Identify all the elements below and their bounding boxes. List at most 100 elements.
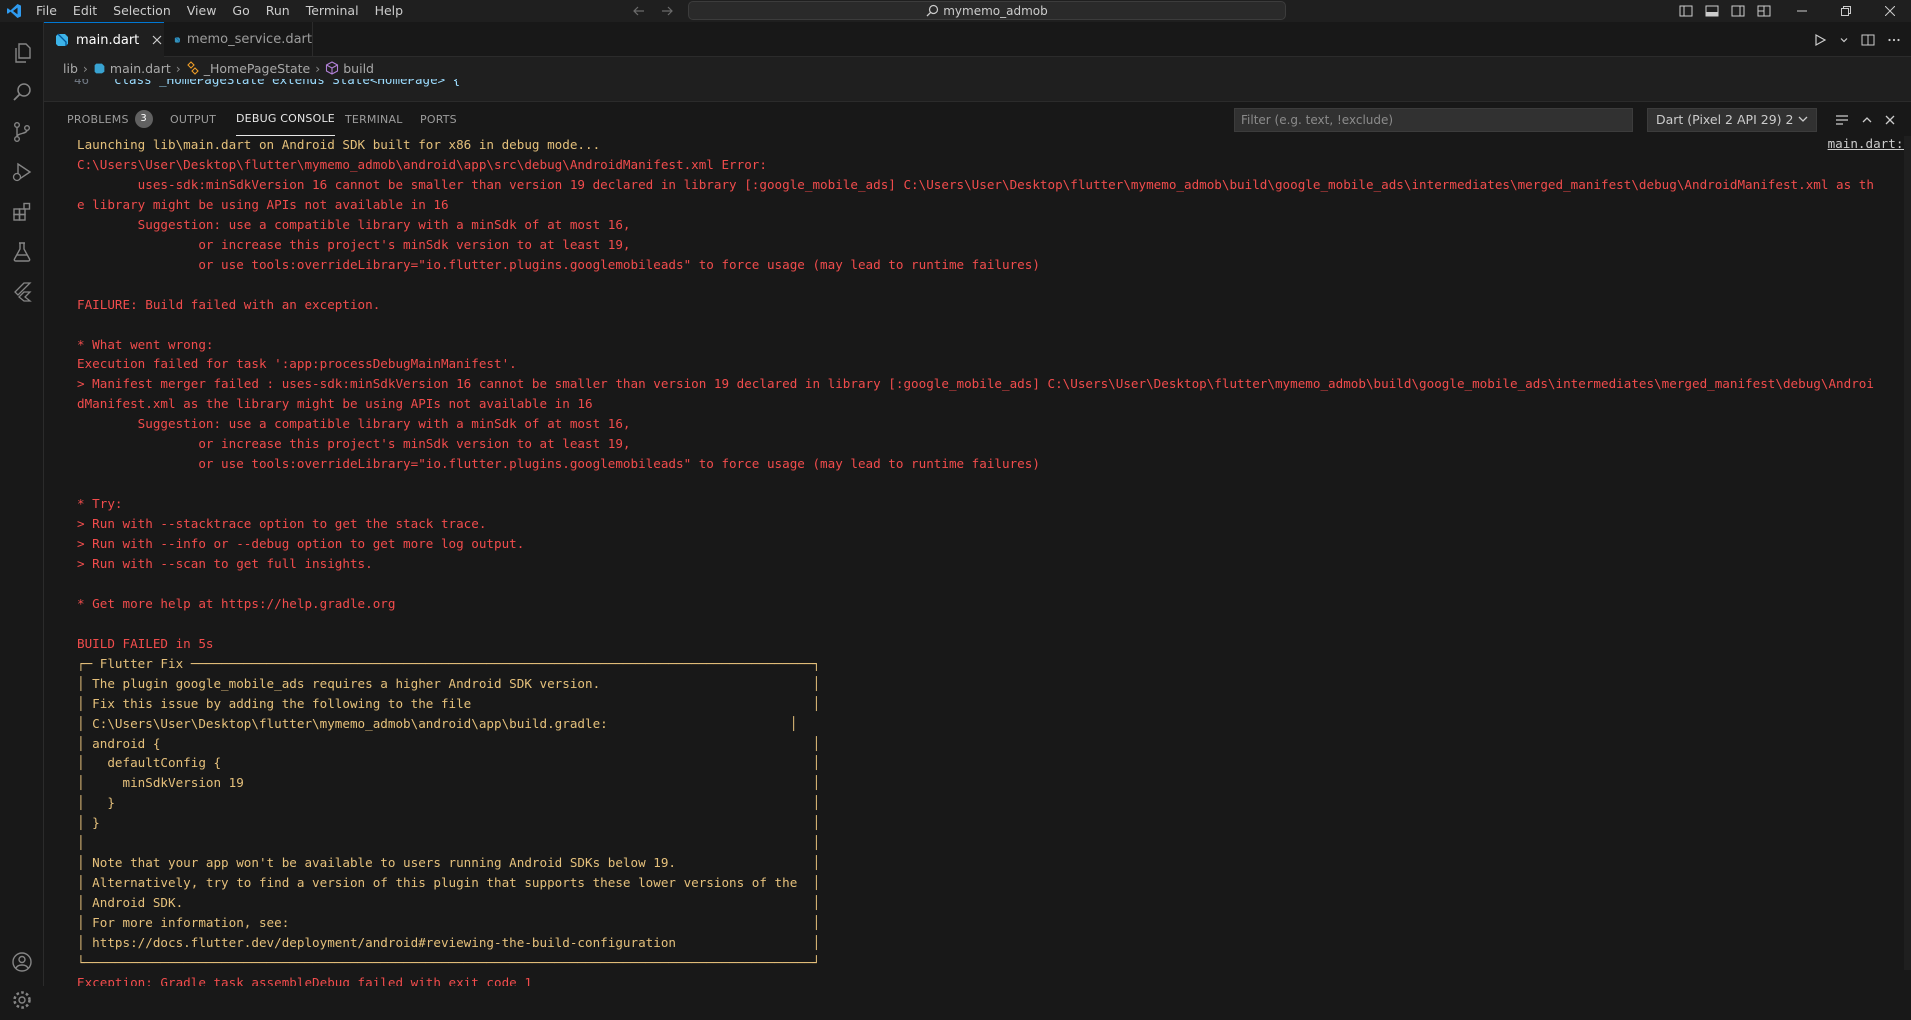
files-icon — [15, 43, 31, 63]
debug-console-output[interactable]: main.dart:1 Launching lib\main.dart on A… — [44, 136, 1911, 986]
tab-memo-service-dart[interactable]: memo_service.dart — [164, 22, 313, 57]
console-line: │ android { │ — [77, 735, 821, 751]
account-icon — [12, 952, 32, 972]
line-number: 46 — [74, 79, 90, 87]
console-line: │ minSdkVersion 19 │ — [77, 775, 821, 791]
session-label: Dart (Pixel 2 API 29) 2 — [1656, 112, 1794, 127]
tab-label: main.dart — [76, 32, 140, 48]
menu-view[interactable]: View — [179, 0, 225, 22]
menu-run[interactable]: Run — [258, 0, 298, 22]
menu-bar: File Edit Selection View Go Run Terminal… — [28, 0, 411, 22]
chevron-right-icon: › — [175, 60, 181, 76]
explorer-button[interactable] — [0, 33, 44, 73]
minimize-button[interactable] — [1780, 0, 1824, 22]
clear-console-icon[interactable] — [1834, 112, 1850, 128]
tab-label: memo_service.dart — [186, 32, 312, 47]
back-arrow-icon[interactable] — [632, 4, 646, 18]
title-bar: File Edit Selection View Go Run Terminal… — [0, 0, 1911, 22]
tab-main-dart[interactable]: main.dart — [44, 22, 164, 57]
manage-button[interactable] — [0, 980, 44, 1020]
method-symbol-icon — [326, 61, 339, 75]
close-panel-icon[interactable] — [1884, 114, 1896, 126]
console-line: > Run with --stacktrace option to get th… — [77, 516, 487, 532]
toggle-primary-sidebar-icon[interactable] — [1678, 3, 1694, 19]
problems-count-badge: 3 — [134, 110, 153, 128]
toggle-secondary-sidebar-icon[interactable] — [1730, 3, 1746, 19]
run-debug-icon — [12, 162, 32, 182]
console-line: │ Note that your app won't be available … — [77, 855, 821, 871]
forward-arrow-icon[interactable] — [660, 4, 674, 18]
console-line: │ https://docs.flutter.dev/deployment/an… — [77, 935, 821, 950]
run-icon[interactable] — [1813, 33, 1827, 47]
restore-button[interactable] — [1824, 0, 1868, 22]
console-line: ┌─ Flutter Fix ─────────────────────────… — [77, 655, 821, 671]
menu-go[interactable]: Go — [224, 0, 257, 22]
editor-actions — [1813, 22, 1901, 57]
console-line: FAILURE: Build failed with an exception. — [77, 296, 381, 312]
toggle-panel-icon[interactable] — [1704, 3, 1720, 19]
console-line: or increase this project's minSdk versio… — [77, 436, 631, 452]
editor-code-peek[interactable]: 46 class _HomePageState extends State<Ho… — [44, 79, 1911, 101]
source-link[interactable]: main.dart:1 — [1828, 136, 1911, 151]
command-center-search[interactable]: mymemo_admob — [688, 1, 1286, 20]
testing-button[interactable] — [0, 232, 44, 272]
debug-session-select[interactable]: Dart (Pixel 2 API 29) 2 — [1647, 108, 1817, 132]
window-controls — [1780, 0, 1911, 22]
close-icon[interactable] — [151, 34, 163, 46]
search-view-button[interactable] — [0, 72, 44, 112]
run-debug-button[interactable] — [0, 152, 44, 192]
console-line: uses-sdk:minSdkVersion 16 cannot be smal… — [77, 176, 1874, 192]
breadcrumb-lib[interactable]: lib — [63, 61, 78, 76]
console-line: └───────────────────────────────────────… — [77, 954, 821, 970]
console-scrollbar[interactable] — [1904, 136, 1911, 970]
more-actions-icon[interactable] — [1887, 33, 1901, 47]
menu-terminal[interactable]: Terminal — [298, 0, 367, 22]
tab-output[interactable]: OUTPUT — [170, 102, 216, 136]
menu-file[interactable]: File — [28, 0, 65, 22]
breadcrumb: lib › main.dart › _HomePageState › build — [44, 57, 1911, 79]
breadcrumb-label: main.dart — [109, 60, 171, 76]
tab-ports[interactable]: PORTS — [420, 102, 457, 136]
tab-debug-console[interactable]: DEBUG CONSOLE — [236, 102, 335, 136]
menu-selection[interactable]: Selection — [105, 0, 179, 22]
breadcrumb-label: build — [343, 60, 374, 76]
editor-tab-bar: main.dart memo_service.dart — [44, 22, 1911, 57]
console-line: e library might be using APIs not availa… — [77, 196, 449, 212]
chevron-down-icon[interactable] — [1839, 35, 1849, 45]
layout-controls — [1678, 0, 1772, 22]
activity-bar — [0, 22, 44, 1009]
split-editor-icon[interactable] — [1861, 33, 1875, 47]
console-line: > Run with --scan to get full insights. — [77, 555, 373, 571]
breadcrumb-main-dart[interactable]: main.dart — [93, 61, 171, 76]
class-symbol-icon — [186, 61, 199, 75]
tab-label: PORTS — [420, 112, 457, 126]
console-line: │ C:\Users\User\Desktop\flutter\mymemo_a… — [77, 715, 798, 731]
search-icon — [13, 83, 31, 101]
console-line: or use tools:overrideLibrary="io.flutter… — [77, 256, 1040, 272]
maximize-panel-icon[interactable] — [1860, 113, 1874, 127]
tab-problems[interactable]: PROBLEMS 3 — [67, 102, 153, 136]
navigation-arrows — [632, 0, 674, 22]
console-line: Launching lib\main.dart on Android SDK b… — [77, 137, 601, 152]
customize-layout-icon[interactable] — [1756, 3, 1772, 19]
close-window-button[interactable] — [1868, 0, 1911, 22]
console-line: │ For more information, see: │ — [77, 915, 821, 931]
source-control-button[interactable] — [0, 112, 44, 152]
console-line: Suggestion: use a compatible library wit… — [77, 416, 631, 432]
filter-input[interactable]: Filter (e.g. text, !exclude) — [1234, 108, 1633, 132]
panel-header: PROBLEMS 3 OUTPUT DEBUG CONSOLE TERMINAL… — [44, 101, 1911, 136]
chevron-right-icon: › — [315, 60, 321, 76]
breadcrumb-label: _HomePageState — [203, 60, 311, 76]
menu-help[interactable]: Help — [367, 0, 412, 22]
settings-gear-icon — [13, 991, 31, 1009]
accounts-button[interactable] — [0, 942, 44, 982]
breadcrumb-build[interactable]: build — [325, 61, 374, 76]
tab-terminal[interactable]: TERMINAL — [345, 102, 403, 136]
dart-file-icon — [174, 36, 181, 43]
menu-edit[interactable]: Edit — [65, 0, 105, 22]
source-control-icon — [13, 122, 30, 143]
flutter-button[interactable] — [0, 272, 44, 312]
console-line: C:\Users\User\Desktop\flutter\mymemo_adm… — [77, 156, 767, 172]
breadcrumb-homepagestate[interactable]: _HomePageState — [186, 60, 311, 76]
extensions-button[interactable] — [0, 192, 44, 232]
